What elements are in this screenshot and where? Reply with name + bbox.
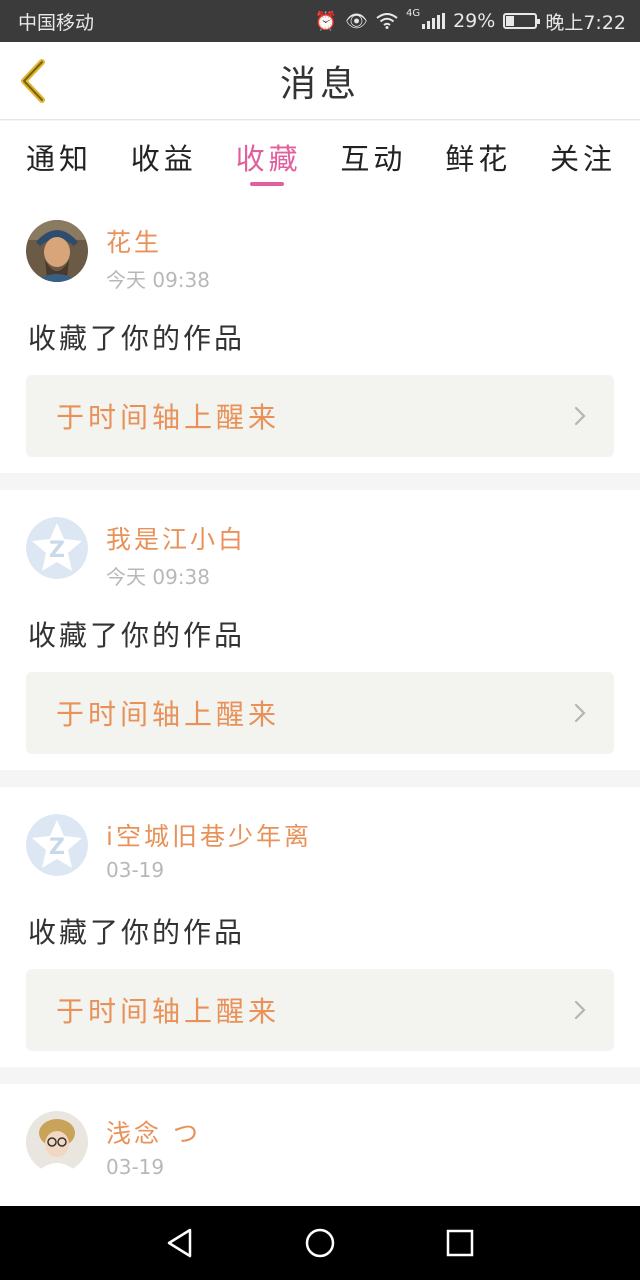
status-icons: ⏰ 👁 4G 29% 晚上7:22	[315, 8, 626, 35]
nav-recents-button[interactable]	[440, 1223, 480, 1263]
timestamp: 今天 09:38	[106, 565, 210, 589]
username[interactable]: 花生	[106, 223, 162, 259]
avatar[interactable]	[26, 1111, 88, 1173]
svg-text:Z: Z	[49, 538, 65, 563]
card-separator	[0, 1067, 640, 1084]
chevron-left-icon	[21, 59, 45, 103]
card-separator	[0, 770, 640, 787]
timestamp: 03-19	[106, 1155, 165, 1179]
tab-0[interactable]: 通知	[26, 121, 92, 193]
tab-label: 收藏	[235, 142, 302, 176]
back-triangle-icon	[167, 1228, 192, 1258]
tab-4[interactable]: 鲜花	[445, 121, 511, 193]
tab-2[interactable]: 收藏	[236, 121, 302, 193]
status-bar: 中国移动 ⏰ 👁 4G 29% 晚上7:22	[0, 0, 640, 42]
message-card: 浅念 つ 03-19	[0, 1084, 640, 1210]
tab-label: 通知	[26, 142, 93, 176]
signal-icon	[422, 13, 446, 29]
nav-back-button[interactable]	[160, 1223, 200, 1263]
alarm-icon: ⏰	[314, 10, 338, 32]
message-list: 花生 今天 09:38 收藏了你的作品 于时间轴上醒来 Z 我是江小白 今天 09:38 收藏…	[0, 193, 640, 1210]
work-title: 于时间轴上醒来	[56, 698, 281, 731]
page-title: 消息	[279, 63, 360, 105]
message-card: Zi空城旧巷少年离 03-19 收藏了你的作品于时间轴上醒来	[0, 787, 640, 1067]
work-link[interactable]: 于时间轴上醒来	[26, 375, 614, 457]
chevron-right-icon	[574, 703, 586, 727]
back-button[interactable]	[16, 58, 52, 104]
svg-text:Z: Z	[49, 835, 65, 860]
work-link[interactable]: 于时间轴上醒来	[26, 969, 614, 1051]
tab-label: 鲜花	[445, 142, 512, 176]
tab-3[interactable]: 互动	[340, 121, 406, 193]
timestamp: 03-19	[106, 858, 165, 882]
work-title: 于时间轴上醒来	[56, 401, 281, 434]
action-text: 收藏了你的作品	[28, 619, 246, 652]
tab-label: 收益	[130, 142, 197, 176]
network-label: 4G	[405, 7, 421, 19]
active-tab-indicator	[249, 182, 284, 186]
avatar[interactable]: Z	[26, 814, 88, 876]
tab-label: 关注	[549, 142, 616, 176]
timestamp: 今天 09:38	[106, 268, 210, 292]
tab-1[interactable]: 收益	[131, 121, 197, 193]
recents-square-icon	[446, 1229, 474, 1257]
carrier-label: 中国移动	[18, 11, 95, 34]
avatar[interactable]	[26, 220, 88, 282]
work-link[interactable]: 于时间轴上醒来	[26, 672, 614, 754]
navigation-bar	[0, 1206, 640, 1280]
home-circle-icon	[305, 1228, 335, 1258]
nav-home-button[interactable]	[300, 1223, 340, 1263]
message-card: Z 我是江小白今天 09:38 收藏了你的作品于时间轴上醒来	[0, 490, 640, 770]
chevron-right-icon	[574, 1000, 586, 1024]
username[interactable]: i空城旧巷少年离	[106, 817, 312, 853]
work-title: 于时间轴上醒来	[56, 995, 281, 1028]
action-text: 收藏了你的作品	[28, 916, 246, 949]
wifi-icon	[376, 13, 398, 29]
avatar[interactable]: Z	[26, 517, 88, 579]
chevron-right-icon	[574, 406, 586, 430]
battery-icon	[503, 13, 541, 29]
tab-5[interactable]: 关注	[550, 121, 616, 193]
clock: 晚上7:22	[545, 11, 626, 34]
battery-fill	[506, 16, 515, 26]
battery-percent: 29%	[453, 10, 496, 32]
eye-icon: 👁	[345, 10, 368, 32]
header: 消息	[0, 42, 640, 120]
username[interactable]: 我是江小白	[106, 520, 246, 556]
username[interactable]: 浅念 つ	[106, 1114, 201, 1150]
tab-bar: 通知 收益 收藏 互动 鲜花 关注	[0, 121, 640, 193]
message-card: 花生今天 09:38 收藏了你的作品于时间轴上醒来	[0, 193, 640, 473]
tab-label: 互动	[340, 142, 407, 176]
card-separator	[0, 473, 640, 490]
action-text: 收藏了你的作品	[28, 322, 246, 355]
